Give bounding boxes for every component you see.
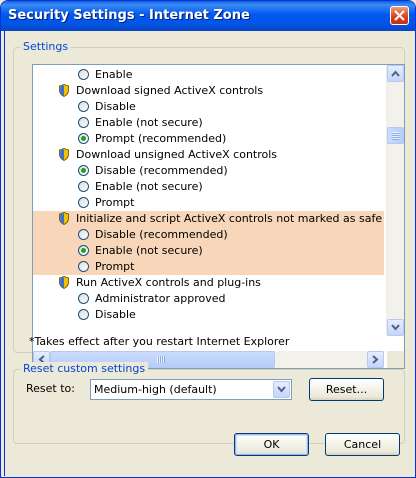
settings-list[interactable]: Enable Download signed ActiveX controls Di… [32,64,405,369]
reset-to-select[interactable]: Medium-high (default) [90,379,292,400]
radio-button[interactable] [78,197,89,208]
setting-option-label: Disable (recommended) [95,228,228,241]
radio-button[interactable] [78,69,89,80]
setting-category: Initialize and script ActiveX controls n… [33,211,384,227]
setting-option[interactable]: Prompt [33,195,384,211]
setting-option[interactable]: Disable (recommended) [33,163,384,179]
radio-button[interactable] [78,117,89,128]
radio-button[interactable] [78,229,89,240]
setting-category-label: Initialize and script ActiveX controls n… [76,212,384,225]
security-settings-dialog: Security Settings - Internet Zone Settin… [0,0,416,478]
setting-option[interactable]: Disable [33,99,384,115]
setting-option-label: Enable (not secure) [95,244,203,257]
setting-option-label: Prompt [95,196,135,209]
radio-button[interactable] [78,133,89,144]
setting-option[interactable]: Enable (not secure) [33,179,384,195]
setting-option-label: Disable (recommended) [95,164,228,177]
reset-to-dropdown-button[interactable] [273,381,290,398]
setting-option-label: Disable [95,100,136,113]
chevron-up-icon [391,70,400,77]
radio-button[interactable] [78,165,89,176]
setting-category-label: Download unsigned ActiveX controls [76,148,278,161]
setting-option-label: Disable [95,308,136,321]
setting-option[interactable]: Enable (not secure) [33,115,384,131]
radio-button[interactable] [78,293,89,304]
chevron-down-icon [277,386,286,393]
chevron-right-icon [372,355,379,364]
setting-option[interactable]: Prompt (recommended) [33,131,384,147]
setting-option-label: Enable [95,68,133,81]
setting-option[interactable]: Disable (recommended) [33,227,384,243]
thumb-grip [392,132,399,140]
vertical-scrollbar[interactable] [386,65,404,336]
shield-icon [59,84,69,97]
vertical-scroll-thumb[interactable] [387,127,404,144]
setting-option-label: Enable (not secure) [95,180,203,193]
reset-group-legend: Reset custom settings [20,362,149,375]
setting-option[interactable]: Enable [33,67,384,83]
thumb-grip-h [157,356,165,363]
settings-list-rows: Enable Download signed ActiveX controls Di… [33,65,384,336]
setting-option[interactable]: Enable (not secure) [33,243,384,259]
scroll-corner [387,351,404,368]
radio-button[interactable] [78,245,89,256]
chevron-down-icon [391,324,400,331]
settings-group-legend: Settings [20,40,72,53]
radio-button[interactable] [78,261,89,272]
ok-button[interactable]: OK [234,433,309,456]
setting-category-label: Download signed ActiveX controls [76,84,264,97]
restart-footnote: *Takes effect after you restart Internet… [29,335,290,348]
close-icon [394,10,405,21]
window-title: Security Settings - Internet Zone [8,8,250,23]
setting-option-label: Enable (not secure) [95,116,203,129]
dialog-body: Settings Enable Download signed ActiveX c… [4,31,413,476]
scroll-right-button[interactable] [367,351,384,368]
setting-option[interactable]: Administrator approved [33,291,384,307]
setting-option-label: Prompt (recommended) [95,132,227,145]
shield-icon [59,276,69,289]
shield-icon [59,212,69,225]
setting-option-label: Prompt [95,260,135,273]
scroll-down-button[interactable] [387,319,404,336]
setting-category: Run ActiveX controls and plug-ins [33,275,384,291]
radio-button[interactable] [78,309,89,320]
setting-option[interactable]: Prompt [33,259,384,275]
setting-category: Download signed ActiveX controls [33,83,384,99]
setting-option-label: Administrator approved [95,292,226,305]
setting-category: Download unsigned ActiveX controls [33,147,384,163]
radio-button[interactable] [78,101,89,112]
setting-category-label: Run ActiveX controls and plug-ins [76,276,261,289]
reset-to-value: Medium-high (default) [94,383,217,396]
setting-option[interactable]: Disable [33,307,384,323]
shield-icon [59,148,69,161]
reset-button[interactable]: Reset... [309,378,384,401]
reset-to-label: Reset to: [26,382,75,395]
radio-button[interactable] [78,181,89,192]
scroll-up-button[interactable] [387,65,404,82]
title-bar[interactable]: Security Settings - Internet Zone [1,1,415,31]
close-button[interactable] [390,6,409,25]
cancel-button[interactable]: Cancel [325,433,400,456]
